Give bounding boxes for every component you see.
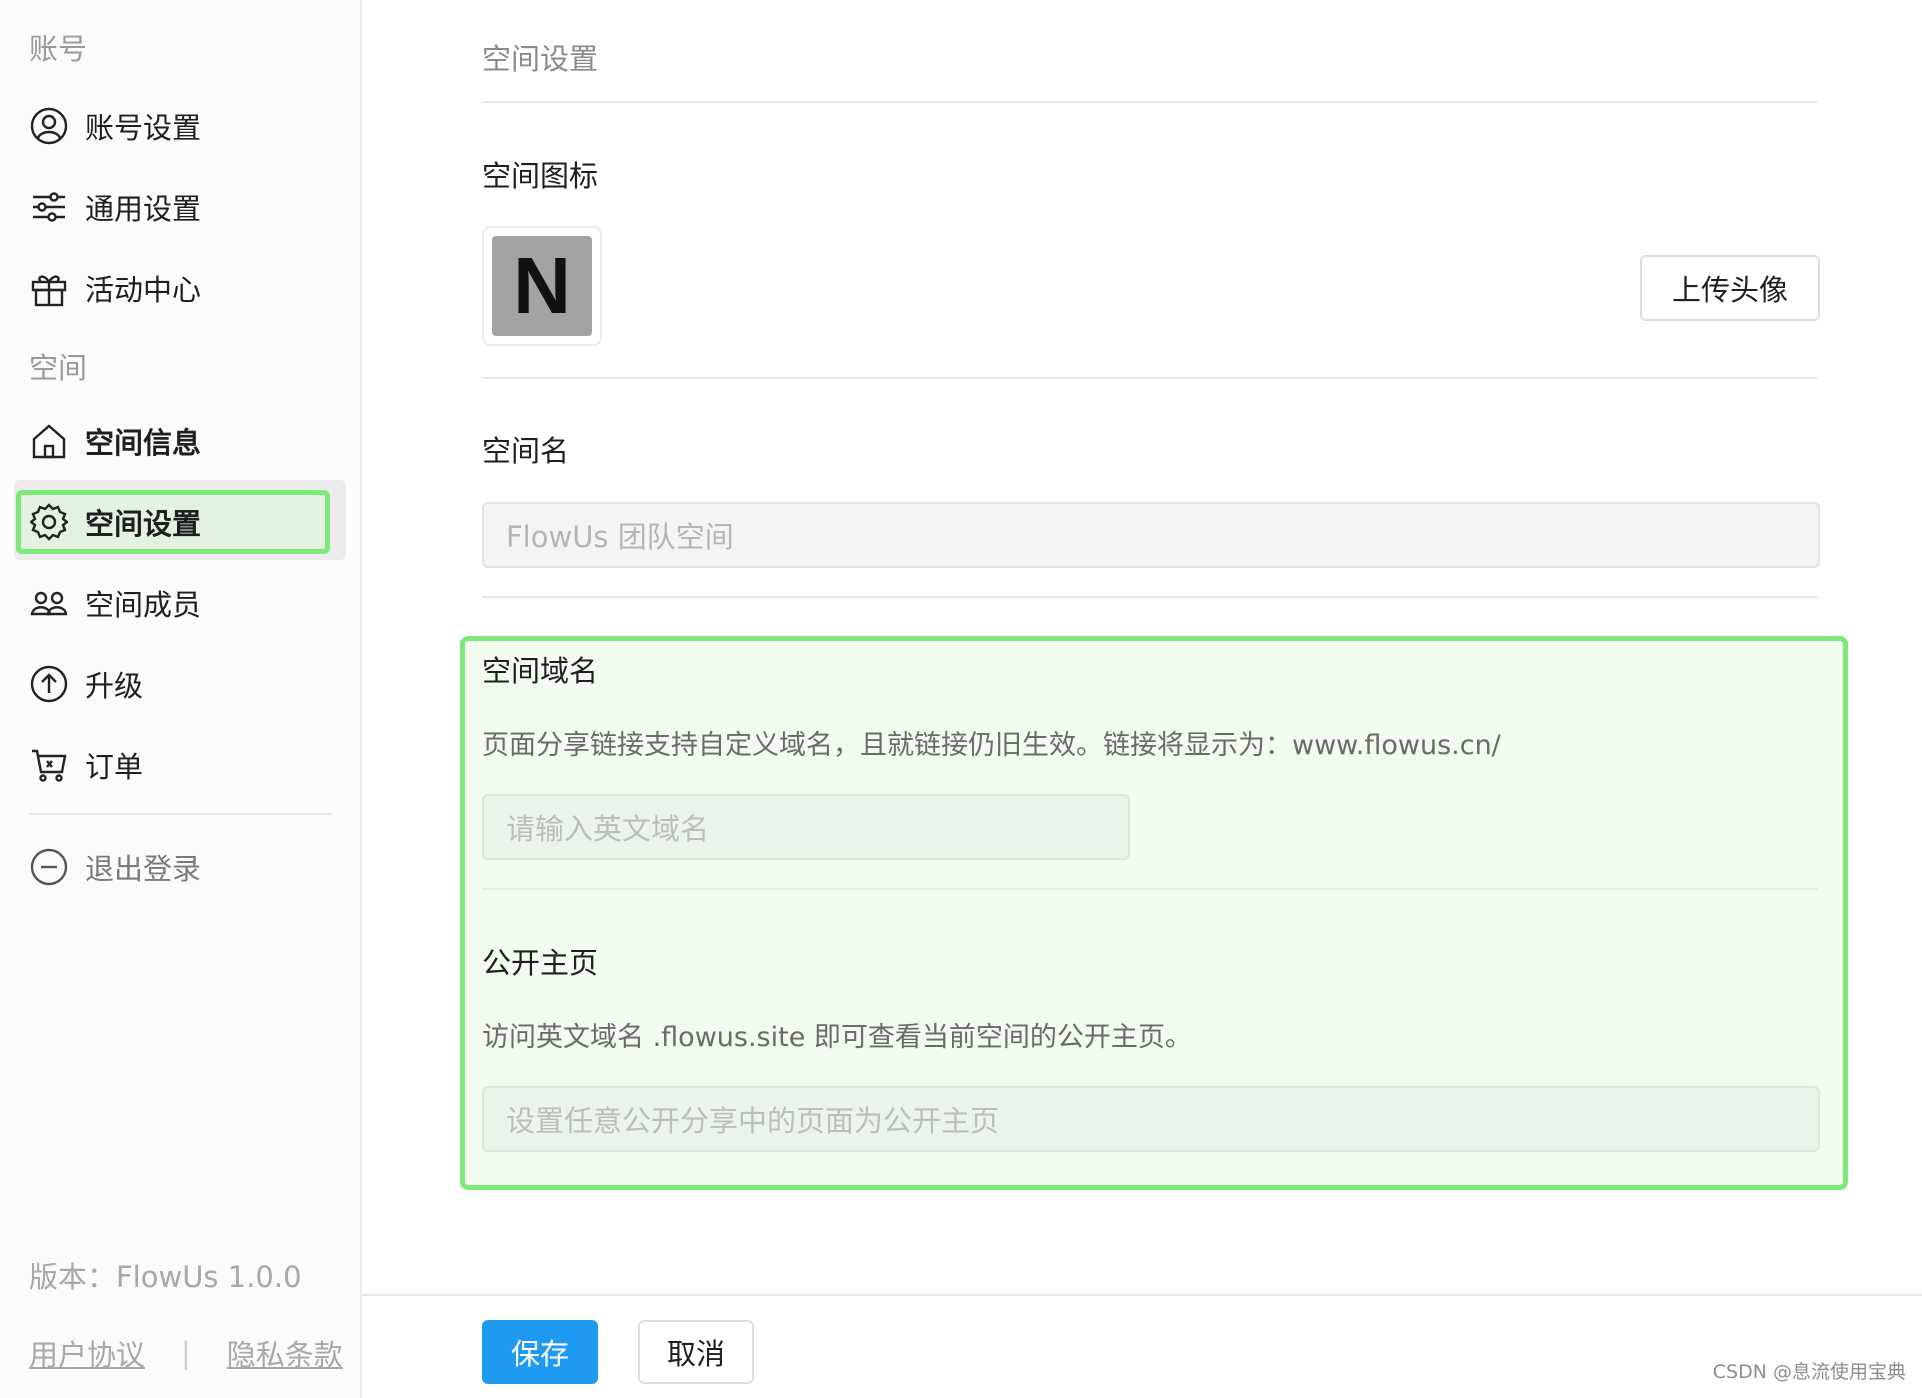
sidebar-item-orders[interactable]: 订单 <box>16 733 344 797</box>
sidebar-item-label: 升级 <box>85 669 144 703</box>
divider <box>482 101 1818 103</box>
public-homepage-help: 访问英文域名 .flowus.site 即可查看当前空间的公开主页。 <box>482 1022 1192 1053</box>
logout-label: 退出登录 <box>85 852 202 886</box>
version-text: 版本：FlowUs 1.0.0 <box>29 1260 302 1294</box>
sidebar-item-label: 空间信息 <box>85 426 202 460</box>
sidebar-item-label: 空间成员 <box>85 588 202 622</box>
user-agreement-link[interactable]: 用户协议 <box>29 1332 145 1374</box>
logout-button[interactable]: 退出登录 <box>16 835 344 899</box>
home-icon <box>29 421 69 461</box>
main-panel: 空间设置 空间图标 N 上传头像 空间名 FlowUs 团队空间 空间域名 页面… <box>362 0 1922 1398</box>
arrow-up-circle-icon <box>29 664 69 704</box>
space-icon-preview[interactable]: N <box>482 226 602 346</box>
space-domain-help: 页面分享链接支持自定义域名，且就链接仍旧生效。链接将显示为：www.flowus… <box>482 730 1501 761</box>
sidebar-divider <box>29 813 332 815</box>
space-domain-title: 空间域名 <box>482 654 599 688</box>
space-icon-title: 空间图标 <box>482 159 599 193</box>
sidebar-item-activity-center[interactable]: 活动中心 <box>16 256 344 320</box>
footer-links: 用户协议 | 隐私条款 <box>29 1332 343 1374</box>
domain-input[interactable]: 请输入英文域名 <box>482 794 1130 860</box>
cart-icon <box>29 745 69 785</box>
divider <box>482 377 1818 379</box>
account-section-label: 账号 <box>29 32 88 66</box>
sidebar-item-general-settings[interactable]: 通用设置 <box>16 175 344 239</box>
footer-separator: | <box>181 1336 191 1370</box>
space-name-input[interactable]: FlowUs 团队空间 <box>482 502 1820 568</box>
user-circle-icon <box>29 106 69 146</box>
sidebar: 账号 账号设置 通用设置 活动中心 空间 空间信息 空间设置 空间成员 升级 订… <box>0 0 362 1398</box>
footer-divider <box>362 1294 1922 1296</box>
save-button[interactable]: 保存 <box>482 1320 598 1384</box>
sidebar-item-label: 活动中心 <box>85 273 202 307</box>
sidebar-item-label: 订单 <box>85 750 144 784</box>
sidebar-item-space-settings[interactable]: 空间设置 <box>16 490 330 554</box>
sidebar-item-label: 空间设置 <box>85 507 202 541</box>
divider <box>482 596 1818 598</box>
divider <box>482 888 1818 890</box>
space-name-title: 空间名 <box>482 434 570 468</box>
space-icon-letter: N <box>492 236 592 336</box>
sidebar-item-space-members[interactable]: 空间成员 <box>16 571 344 635</box>
minus-circle-icon <box>29 847 69 887</box>
sidebar-item-upgrade[interactable]: 升级 <box>16 652 344 716</box>
space-section-label: 空间 <box>29 351 88 385</box>
gift-icon <box>29 268 69 308</box>
public-homepage-title: 公开主页 <box>482 946 599 980</box>
sidebar-item-space-info[interactable]: 空间信息 <box>16 409 344 473</box>
privacy-link[interactable]: 隐私条款 <box>227 1332 343 1374</box>
sidebar-item-account-settings[interactable]: 账号设置 <box>16 94 344 158</box>
gear-icon <box>29 502 69 542</box>
cancel-button[interactable]: 取消 <box>638 1320 754 1384</box>
page-title: 空间设置 <box>482 42 599 76</box>
users-icon <box>29 583 69 623</box>
watermark: CSDN @息流使用宝典 <box>1712 1361 1906 1383</box>
upload-avatar-button[interactable]: 上传头像 <box>1640 255 1820 321</box>
public-homepage-select[interactable]: 设置任意公开分享中的页面为公开主页 <box>482 1086 1820 1152</box>
sidebar-item-label: 通用设置 <box>85 192 202 226</box>
sidebar-item-label: 账号设置 <box>85 111 202 145</box>
sliders-icon <box>29 187 69 227</box>
